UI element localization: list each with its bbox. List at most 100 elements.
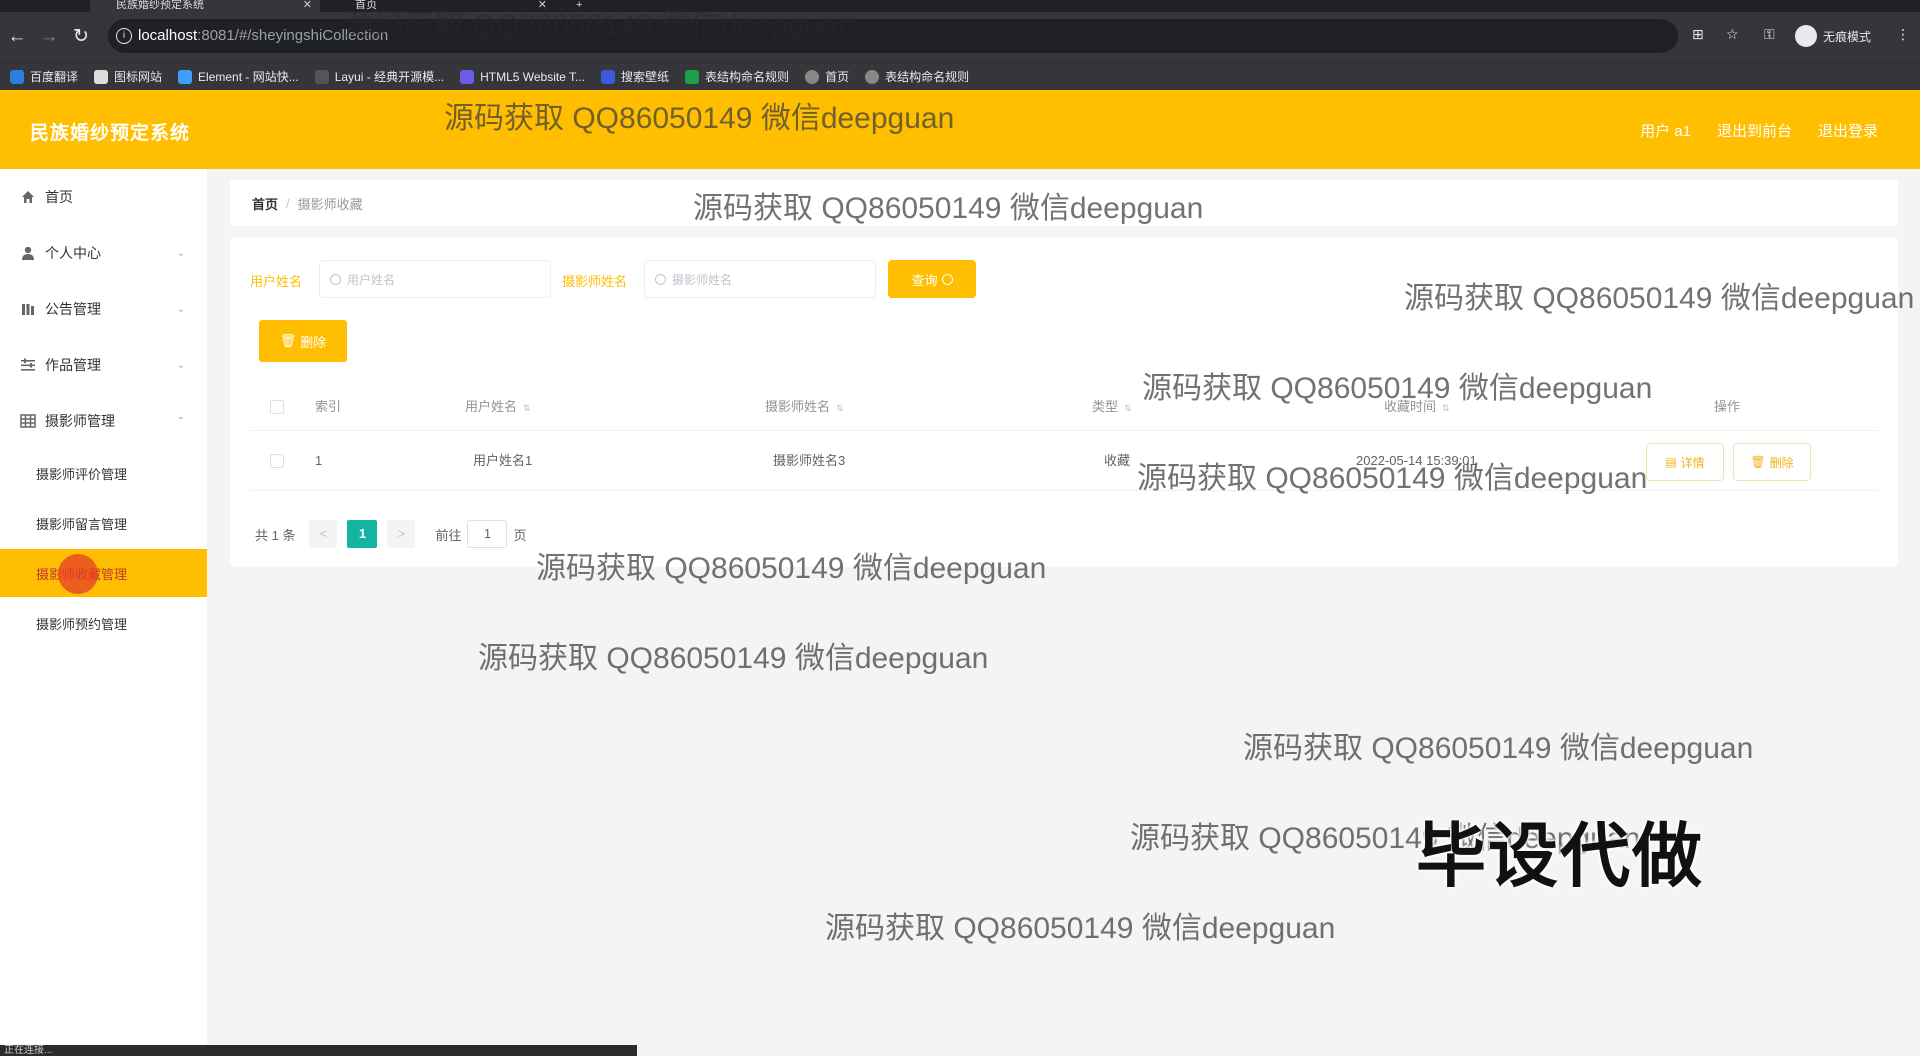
user-name-input[interactable]: 用户姓名 — [319, 260, 551, 298]
sidebar-item-profile[interactable]: 个人中心 ⌄ — [0, 231, 207, 275]
app-header: 民族婚纱预定系统 用户 a1 退出到前台 退出登录 — [0, 90, 1920, 169]
cell-index: 1 — [315, 453, 323, 468]
search-icon — [941, 273, 953, 285]
info-icon[interactable]: i — [116, 28, 132, 44]
breadcrumb-home[interactable]: 首页 — [252, 194, 278, 213]
search-icon — [330, 273, 341, 285]
sidebar-item-works[interactable]: 作品管理 ⌄ — [0, 343, 207, 387]
bookmark-item[interactable]: 首页 — [805, 68, 849, 85]
back-arrow-icon[interactable]: ← — [6, 26, 28, 48]
browser-toolbar: ← → ↻ i localhost:8081/#/sheyingshiColle… — [0, 12, 1920, 62]
wallpaper-icon — [601, 69, 616, 84]
bookmark-item[interactable]: Element - 网站快... — [178, 68, 299, 85]
watermark-text: 源码获取 QQ86050149 微信deepguan — [1404, 282, 1915, 315]
sort-icon[interactable]: ⇅ — [1124, 403, 1132, 413]
chevron-down-icon: ⌄ — [176, 303, 185, 315]
column-header-actions: 操作 — [1714, 399, 1741, 414]
prev-page-button[interactable]: < — [309, 520, 338, 548]
reload-icon[interactable]: ↻ — [70, 26, 92, 48]
query-button[interactable]: 查询 — [888, 260, 976, 298]
key-icon[interactable]: ⚿ — [1764, 26, 1775, 43]
goto-label: 前往 — [435, 527, 462, 543]
logout-link[interactable]: 退出登录 — [1818, 120, 1878, 141]
tab-close-icon[interactable]: ✕ — [303, 0, 312, 11]
photographer-name-placeholder: 摄影师姓名 — [672, 272, 733, 287]
detail-icon: ▤ — [1665, 455, 1677, 469]
photographer-name-label: 摄影师姓名 — [562, 274, 628, 289]
user-icon — [20, 245, 36, 261]
sort-icon[interactable]: ⇅ — [836, 403, 844, 413]
bookmark-item[interactable]: HTML5 Website T... — [460, 69, 585, 84]
select-all-checkbox[interactable] — [270, 400, 284, 414]
row-delete-button[interactable]: 🗑 删除 — [1733, 443, 1811, 481]
sidebar-subitem-collection[interactable]: 摄影师收藏管理 — [0, 549, 207, 597]
sidebar-subitem-booking[interactable]: 摄影师预约管理 — [0, 599, 207, 647]
bookmark-item[interactable]: 搜索壁纸 — [601, 68, 669, 85]
column-header-user[interactable]: 用户姓名 ⇅ — [465, 383, 531, 431]
grid-icon — [20, 413, 36, 429]
status-bar: 正在连接... — [0, 1045, 637, 1056]
sliders-icon — [20, 357, 36, 373]
back-to-front-link[interactable]: 退出到前台 — [1717, 120, 1792, 141]
globe-icon — [805, 69, 820, 84]
watermark-text: 源码获取 QQ86050149 微信deepguan — [693, 192, 1204, 225]
forward-arrow-icon[interactable]: → — [38, 26, 60, 48]
user-name-label: 用户姓名 — [250, 274, 303, 289]
translate-icon — [10, 69, 24, 84]
chevron-down-icon: ⌄ — [176, 359, 185, 371]
sidebar-item-notice[interactable]: 公告管理 ⌄ — [0, 287, 207, 331]
incognito-icon — [1795, 25, 1817, 47]
sidebar: 首页 个人中心 ⌄ 公告管理 ⌄ 作品管理 ⌄ 摄影师管理 ⌃ 摄影师评价管理 … — [0, 169, 207, 1056]
bookmarks-bar: 百度翻译 图标网站 Element - 网站快... Layui - 经典开源模… — [0, 62, 1920, 90]
photographer-name-input[interactable]: 摄影师姓名 — [644, 260, 876, 298]
query-label: 查询 — [911, 272, 938, 288]
user-name-placeholder: 用户姓名 — [347, 272, 396, 287]
cursor-highlight — [58, 554, 98, 594]
row-checkbox[interactable] — [270, 454, 284, 468]
sidebar-item-home[interactable]: 首页 — [0, 175, 207, 219]
star-icon[interactable]: ☆ — [1726, 26, 1739, 43]
bookmark-item[interactable]: 表结构命名规则 — [865, 68, 969, 85]
layui-icon — [314, 69, 329, 84]
page-number-button[interactable]: 1 — [347, 520, 378, 548]
sort-icon[interactable]: ⇅ — [523, 403, 531, 413]
html5-icon — [460, 69, 475, 84]
translate-icon[interactable]: ⊞ — [1692, 26, 1704, 43]
bookmark-item[interactable]: Layui - 经典开源模... — [314, 68, 444, 85]
pagination: 共 1 条 < 1 > 前往 1 页 — [255, 520, 527, 548]
next-page-button[interactable]: > — [387, 520, 416, 548]
more-menu-icon[interactable]: ⋮ — [1896, 26, 1910, 43]
trash-icon: 🗑 — [1750, 455, 1766, 469]
sheet-icon — [685, 69, 700, 84]
home-icon — [20, 189, 36, 205]
sidebar-item-label: 摄影师管理 — [45, 413, 115, 429]
tab-label: 民族婚纱预定系统 — [116, 0, 204, 11]
column-header-index: 索引 — [315, 399, 342, 414]
watermark-text: 源码获取 QQ86050149 微信deepguan — [1243, 732, 1754, 765]
batch-delete-button[interactable]: 🗑 删除 — [259, 320, 347, 362]
pagination-total: 共 1 条 — [255, 527, 296, 543]
watermark-text: 源码获取 QQ86050149 微信deepguan — [1137, 462, 1648, 495]
detail-label: 详情 — [1680, 455, 1705, 470]
sidebar-item-label: 首页 — [45, 189, 73, 205]
browser-tab-active[interactable]: 民族婚纱预定系统 ✕ — [90, 0, 320, 12]
detail-button[interactable]: ▤ 详情 — [1646, 443, 1724, 481]
trash-icon: 🗑 — [279, 333, 297, 348]
column-header-type[interactable]: 类型 ⇅ — [1092, 383, 1132, 431]
bookmark-item[interactable]: 表结构命名规则 — [685, 68, 789, 85]
sidebar-subitem-review[interactable]: 摄影师评价管理 — [0, 449, 207, 497]
sidebar-subitem-message[interactable]: 摄影师留言管理 — [0, 499, 207, 547]
bookmark-item[interactable]: 图标网站 — [94, 68, 162, 85]
incognito-badge[interactable]: 无痕模式 — [1795, 24, 1871, 48]
watermark-text: 源码获取 QQ86050149 微信deepguan — [1142, 372, 1653, 405]
cell-user: 用户姓名1 — [473, 453, 533, 468]
column-header-photographer[interactable]: 摄影师姓名 ⇅ — [765, 383, 844, 431]
watermark-text: 源码获取 QQ86050149 微信deepguan — [478, 642, 989, 675]
bookmark-item[interactable]: 百度翻译 — [10, 68, 78, 85]
bar-chart-icon — [20, 301, 36, 317]
sidebar-item-photographer[interactable]: 摄影师管理 ⌃ — [0, 399, 207, 443]
cell-type: 收藏 — [1104, 453, 1131, 468]
chevron-up-icon: ⌃ — [176, 415, 185, 427]
breadcrumb-current: 摄影师收藏 — [297, 196, 363, 212]
goto-page-input[interactable]: 1 — [467, 520, 508, 548]
